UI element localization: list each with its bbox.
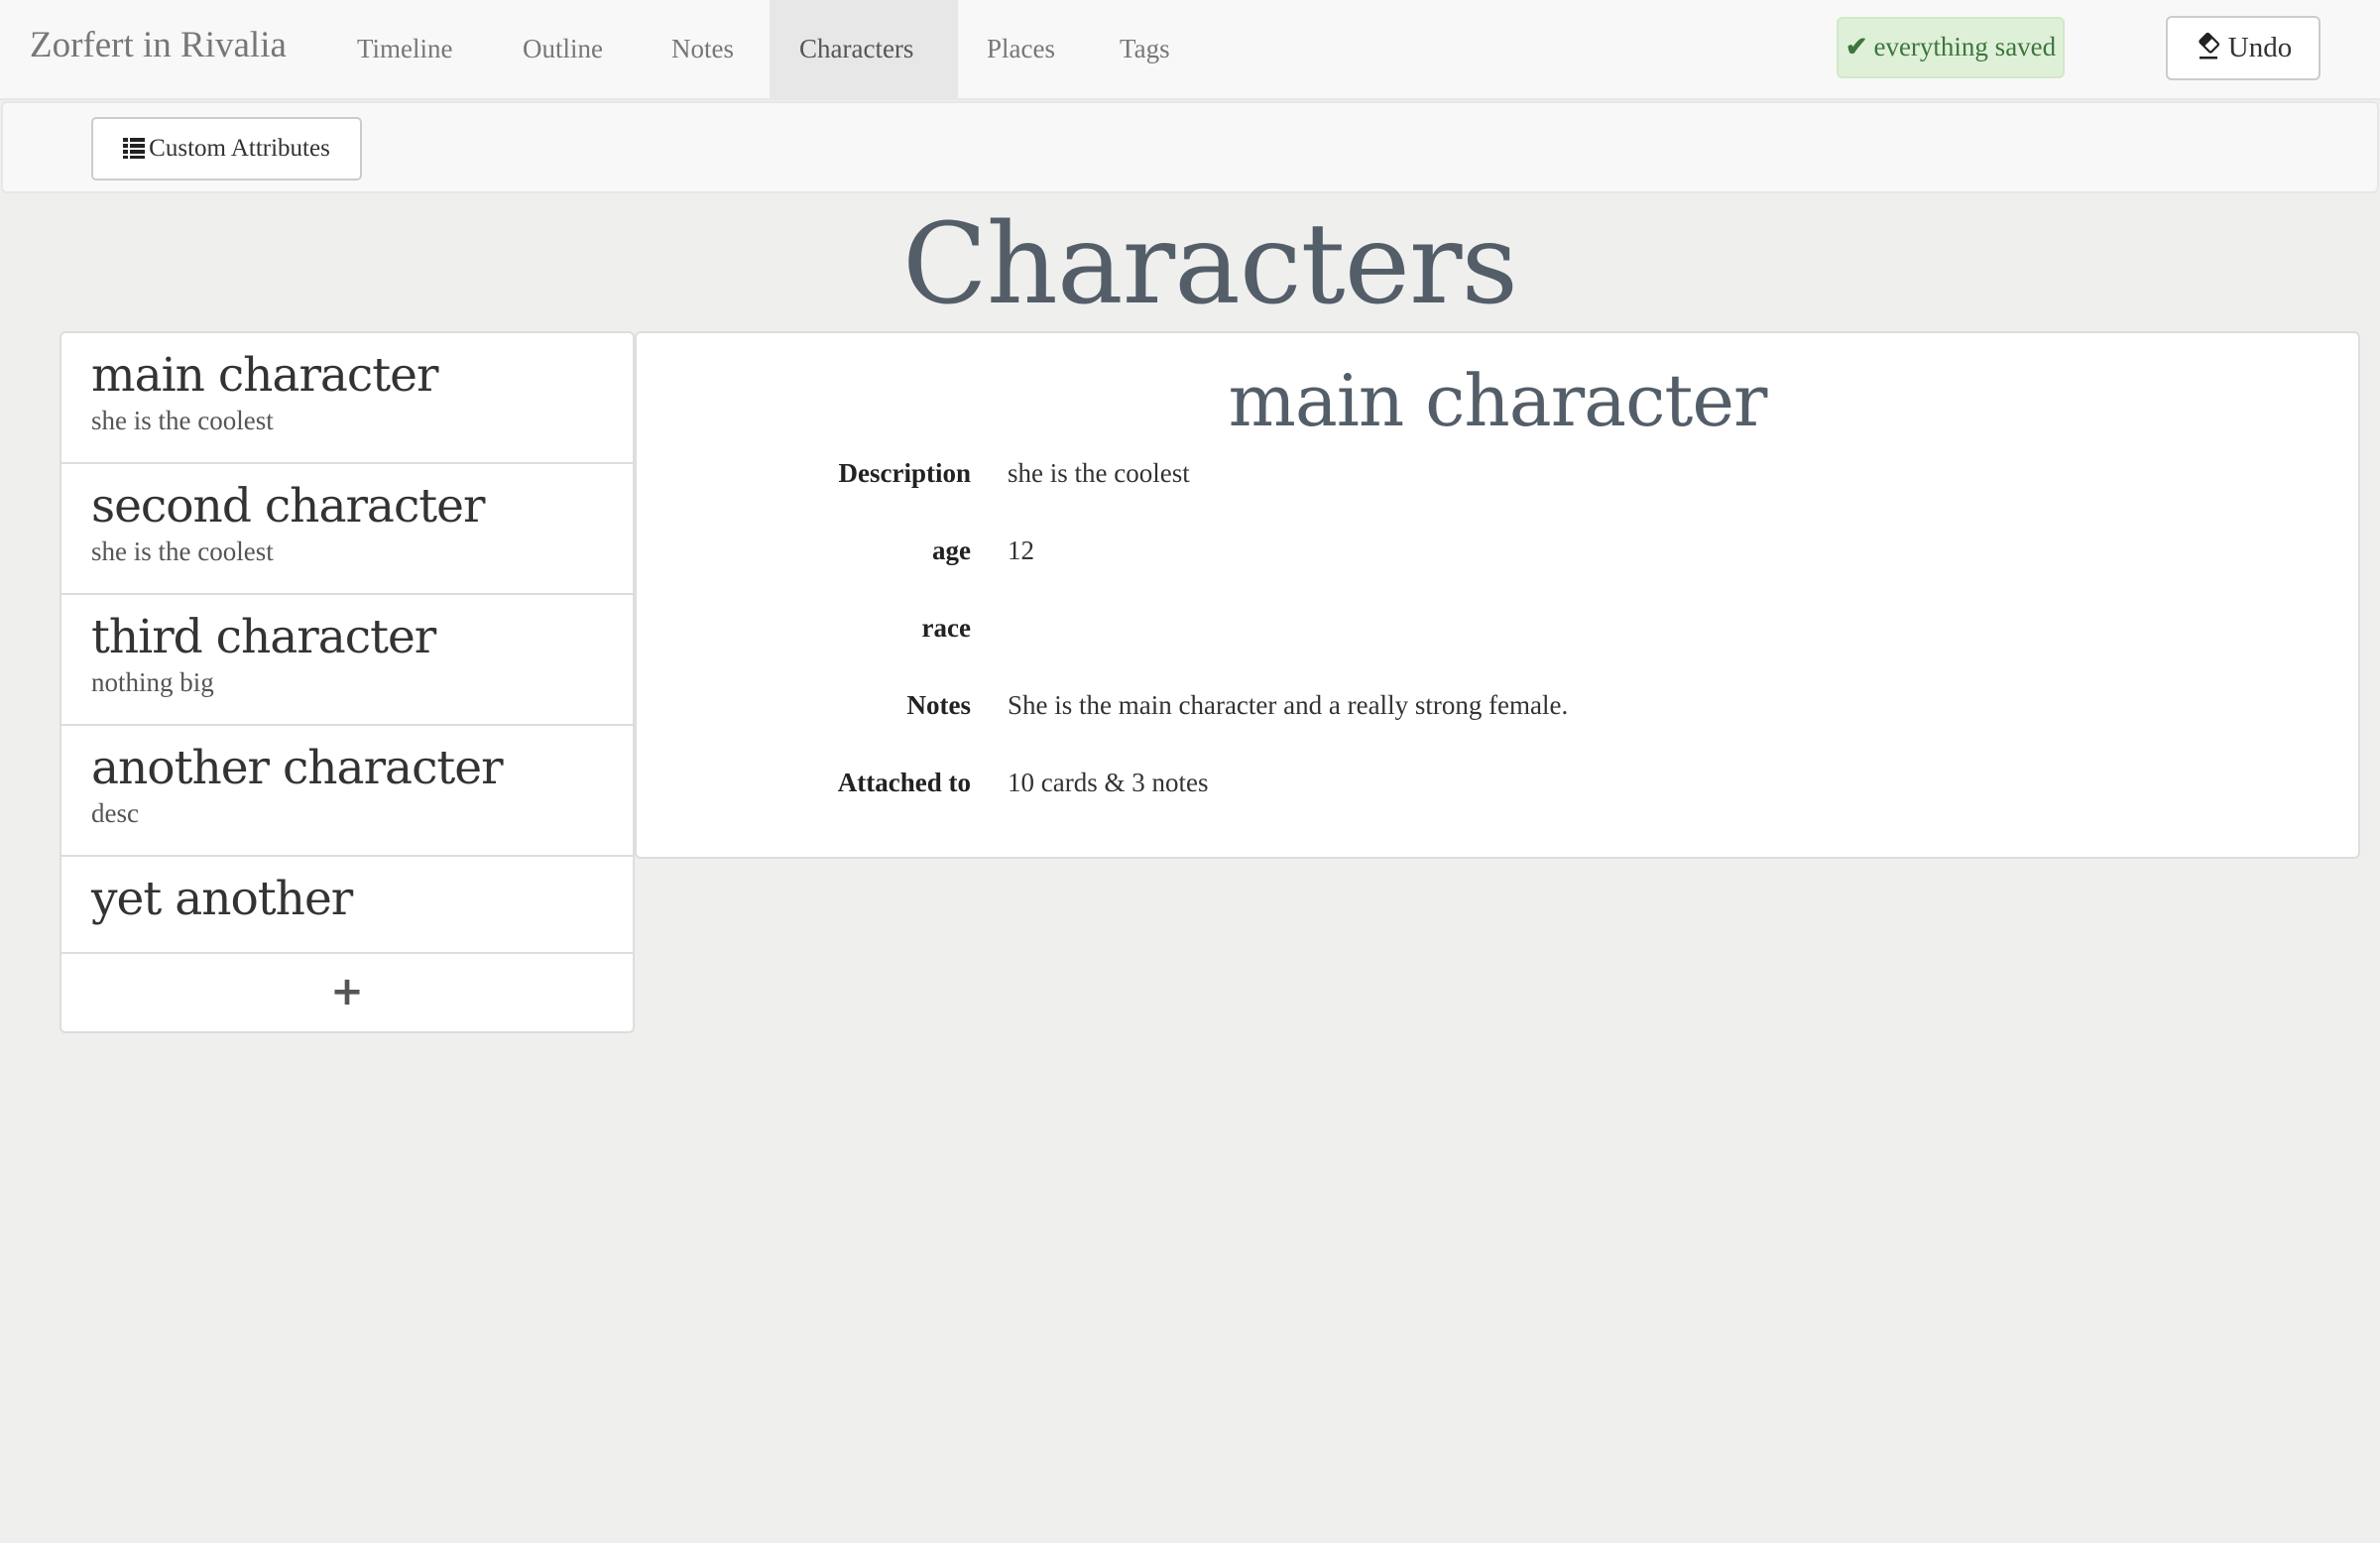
- attribute-row-attached-to: Attached to 10 cards & 3 notes: [637, 768, 2358, 807]
- attribute-value: 10 cards & 3 notes: [1008, 768, 1209, 797]
- character-name: yet another: [91, 872, 353, 926]
- tab-timeline[interactable]: Timeline: [327, 0, 483, 99]
- toolbar: Custom Attributes: [1, 101, 2379, 193]
- tab-outline[interactable]: Outline: [493, 0, 633, 99]
- save-status-badge: ✔ everything saved: [1837, 17, 2065, 78]
- custom-attributes-label: Custom Attributes: [149, 135, 330, 162]
- character-list-item[interactable]: second character she is the coolest: [61, 464, 633, 595]
- plus-icon: +: [330, 969, 364, 1014]
- check-icon: ✔: [1844, 32, 1868, 61]
- character-name: another character: [91, 741, 504, 795]
- attribute-row-race: race: [637, 613, 2358, 653]
- attribute-value[interactable]: she is the coolest: [1008, 458, 1190, 489]
- character-detail-panel: main character Description she is the co…: [635, 331, 2360, 859]
- character-name: second character: [91, 479, 485, 534]
- page-title: Characters: [902, 200, 1518, 329]
- character-description: she is the coolest: [91, 405, 274, 435]
- character-list: main character she is the coolest second…: [60, 331, 635, 1033]
- character-name: third character: [91, 610, 436, 664]
- attribute-label: age: [932, 535, 971, 565]
- character-description: nothing big: [91, 666, 214, 697]
- character-description: desc: [91, 797, 139, 828]
- custom-attributes-button[interactable]: Custom Attributes: [91, 117, 362, 180]
- navbar: Zorfert in Rivalia Timeline Outline Note…: [0, 0, 2380, 100]
- app-brand[interactable]: Zorfert in Rivalia: [30, 24, 287, 66]
- character-name: main character: [91, 348, 438, 403]
- character-detail-title[interactable]: main character: [637, 359, 2358, 442]
- add-character-button[interactable]: +: [61, 954, 633, 1031]
- attribute-value[interactable]: She is the main character and a really s…: [1008, 690, 1568, 721]
- character-list-item[interactable]: another character desc: [61, 726, 633, 857]
- character-list-item[interactable]: main character she is the coolest: [61, 333, 633, 464]
- attribute-row-age: age 12: [637, 535, 2358, 575]
- undo-button[interactable]: Undo: [2166, 16, 2320, 80]
- save-status-label: everything saved: [1873, 32, 2057, 61]
- undo-label: Undo: [2227, 32, 2293, 63]
- character-list-item[interactable]: yet another: [61, 857, 633, 954]
- tab-tags[interactable]: Tags: [1090, 0, 1200, 99]
- tab-places[interactable]: Places: [957, 0, 1085, 99]
- attribute-row-description: Description she is the coolest: [637, 458, 2358, 498]
- attribute-label: Attached to: [837, 768, 971, 797]
- attribute-row-notes: Notes She is the main character and a re…: [637, 690, 2358, 730]
- character-description: she is the coolest: [91, 535, 274, 566]
- tab-notes[interactable]: Notes: [642, 0, 764, 99]
- list-icon: [123, 122, 146, 159]
- eraser-icon: [2195, 21, 2222, 80]
- character-list-item[interactable]: third character nothing big: [61, 595, 633, 726]
- tab-characters[interactable]: Characters: [770, 0, 958, 99]
- attribute-label: race: [921, 613, 971, 643]
- attribute-value[interactable]: 12: [1008, 535, 1034, 566]
- attribute-label: Notes: [906, 690, 971, 720]
- attribute-label: Description: [838, 458, 971, 488]
